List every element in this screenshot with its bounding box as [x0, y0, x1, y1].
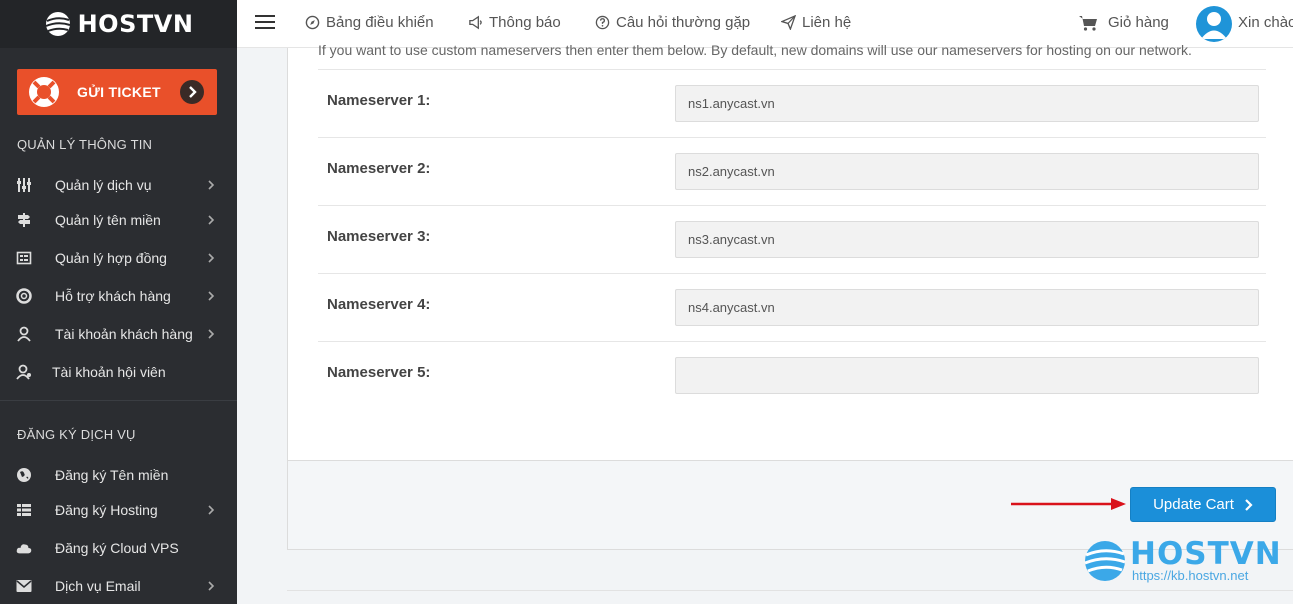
sliders-icon [16, 177, 32, 193]
nameserver-2-label: Nameserver 2: [327, 160, 431, 177]
nav-contact[interactable]: Liên hệ [781, 14, 851, 31]
sidebar-item-register-hosting[interactable]: Đăng ký Hosting [0, 495, 237, 525]
brand-name: HOSTVN [77, 10, 194, 38]
nav-faq-label: Câu hỏi thường gặp [616, 14, 751, 31]
nameserver-panel: If you want to use custom nameservers th… [287, 42, 1293, 460]
watermark: HOSTVN https://kb.hostvn.net [1080, 536, 1282, 588]
chevron-right-icon [208, 180, 215, 190]
bottom-divider [287, 590, 1293, 591]
sidebar-item-label: Tài khoản hội viên [52, 364, 166, 380]
chevron-right-icon [208, 505, 215, 515]
sidebar-item-label: Đăng ký Tên miền [55, 467, 169, 483]
nameserver-row-1: Nameserver 1: [318, 69, 1266, 137]
chevron-right-icon [208, 253, 215, 263]
avatar[interactable] [1196, 6, 1232, 42]
sidebar-item-contracts[interactable]: Quản lý hợp đồng [0, 243, 237, 273]
sidebar-item-label: Quản lý hợp đồng [55, 250, 167, 266]
question-circle-icon [595, 15, 610, 30]
grid-icon [16, 502, 32, 518]
sidebar-item-member-account[interactable]: Tài khoản hội viên [0, 357, 237, 387]
nav-dashboard-label: Bảng điều khiển [326, 14, 434, 31]
menu-toggle-icon[interactable] [255, 15, 275, 31]
chevron-right-icon [208, 215, 215, 225]
nameserver-row-4: Nameserver 4: [318, 273, 1266, 341]
update-cart-label: Update Cart [1153, 496, 1234, 513]
sidebar-item-register-domain[interactable]: Đăng ký Tên miền [0, 460, 237, 490]
sidebar-item-label: Quản lý dịch vụ [55, 177, 152, 193]
globe-logo-icon [45, 12, 70, 36]
nav-notifications[interactable]: Thông báo [468, 14, 561, 31]
greeting-text[interactable]: Xin chào [1238, 14, 1293, 31]
nav-faq[interactable]: Câu hỏi thường gặp [595, 14, 750, 31]
sidebar-item-support[interactable]: Hỗ trợ khách hàng [0, 281, 237, 311]
section-title-manage: QUẢN LÝ THÔNG TIN [17, 137, 153, 152]
nav-contact-label: Liên hệ [802, 14, 852, 31]
nameserver-3-label: Nameserver 3: [327, 228, 431, 245]
sidebar: HOSTVN GỬI TICKET QUẢN LÝ THÔNG TIN Quản… [0, 0, 237, 604]
logo[interactable]: HOSTVN [0, 0, 237, 48]
lifebuoy-icon [16, 288, 32, 304]
sidebar-item-email[interactable]: Dịch vụ Email [0, 571, 237, 601]
globe-icon [16, 467, 32, 483]
sidebar-item-label: Quản lý tên miền [55, 212, 161, 228]
nameserver-5-input[interactable] [675, 357, 1259, 394]
contract-icon [16, 250, 32, 266]
lifebuoy-icon [29, 77, 59, 107]
user-avatar-icon [1201, 12, 1227, 39]
sidebar-item-label: Đăng ký Hosting [55, 502, 158, 518]
sidebar-item-customer-account[interactable]: Tài khoản khách hàng [0, 319, 237, 349]
compass-icon [305, 15, 320, 30]
section-title-register: ĐĂNG KÝ DỊCH VỤ [17, 427, 136, 442]
user-icon [16, 326, 32, 342]
cloud-icon [16, 540, 32, 556]
nameserver-4-input[interactable] [675, 289, 1259, 326]
nameserver-row-3: Nameserver 3: [318, 205, 1266, 273]
sidebar-item-label: Dịch vụ Email [55, 578, 141, 594]
nameserver-row-2: Nameserver 2: [318, 137, 1266, 205]
cart-icon [1079, 15, 1097, 31]
member-icon [16, 364, 32, 380]
watermark-globe-icon [1084, 541, 1126, 581]
chevron-right-icon [208, 329, 215, 339]
sidebar-item-label: Hỗ trợ khách hàng [55, 288, 171, 304]
sidebar-item-label: Đăng ký Cloud VPS [55, 540, 179, 556]
nameserver-2-input[interactable] [675, 153, 1259, 190]
nav-cart-label: Giỏ hàng [1108, 14, 1169, 31]
sidebar-item-label: Tài khoản khách hàng [55, 326, 193, 342]
sidebar-item-domains[interactable]: Quản lý tên miền [0, 205, 237, 235]
red-arrow-annotation [1011, 498, 1126, 510]
nameserver-intro: If you want to use custom nameservers th… [318, 42, 1192, 58]
nameserver-row-5: Nameserver 5: [318, 341, 1266, 409]
nav-dashboard[interactable]: Bảng điều khiển [305, 14, 434, 31]
megaphone-icon [469, 15, 482, 30]
nav-cart[interactable]: Giỏ hàng [1079, 14, 1169, 31]
topbar: Bảng điều khiển Thông báo Câu hỏi thường… [237, 0, 1293, 48]
envelope-icon [16, 578, 32, 594]
sidebar-item-services[interactable]: Quản lý dịch vụ [0, 170, 237, 200]
chevron-right-icon [208, 291, 215, 301]
chevron-right-icon [208, 581, 215, 591]
sidebar-divider [0, 400, 237, 401]
nameserver-1-input[interactable] [675, 85, 1259, 122]
send-ticket-label: GỬI TICKET [77, 84, 161, 100]
send-ticket-button[interactable]: GỬI TICKET [17, 69, 217, 115]
chevron-right-icon [1245, 498, 1253, 511]
sidebar-item-register-vps[interactable]: Đăng ký Cloud VPS [0, 533, 237, 563]
watermark-url: https://kb.hostvn.net [1132, 568, 1249, 583]
nameserver-5-label: Nameserver 5: [327, 364, 431, 381]
nameserver-3-input[interactable] [675, 221, 1259, 258]
watermark-brand: HOSTVN [1130, 536, 1282, 572]
chevron-right-icon [180, 80, 204, 104]
nav-notifications-label: Thông báo [489, 14, 561, 31]
nameserver-1-label: Nameserver 1: [327, 92, 431, 109]
update-cart-button[interactable]: Update Cart [1130, 487, 1276, 522]
signpost-icon [16, 212, 32, 228]
nameserver-4-label: Nameserver 4: [327, 296, 431, 313]
paper-plane-icon [781, 15, 796, 30]
